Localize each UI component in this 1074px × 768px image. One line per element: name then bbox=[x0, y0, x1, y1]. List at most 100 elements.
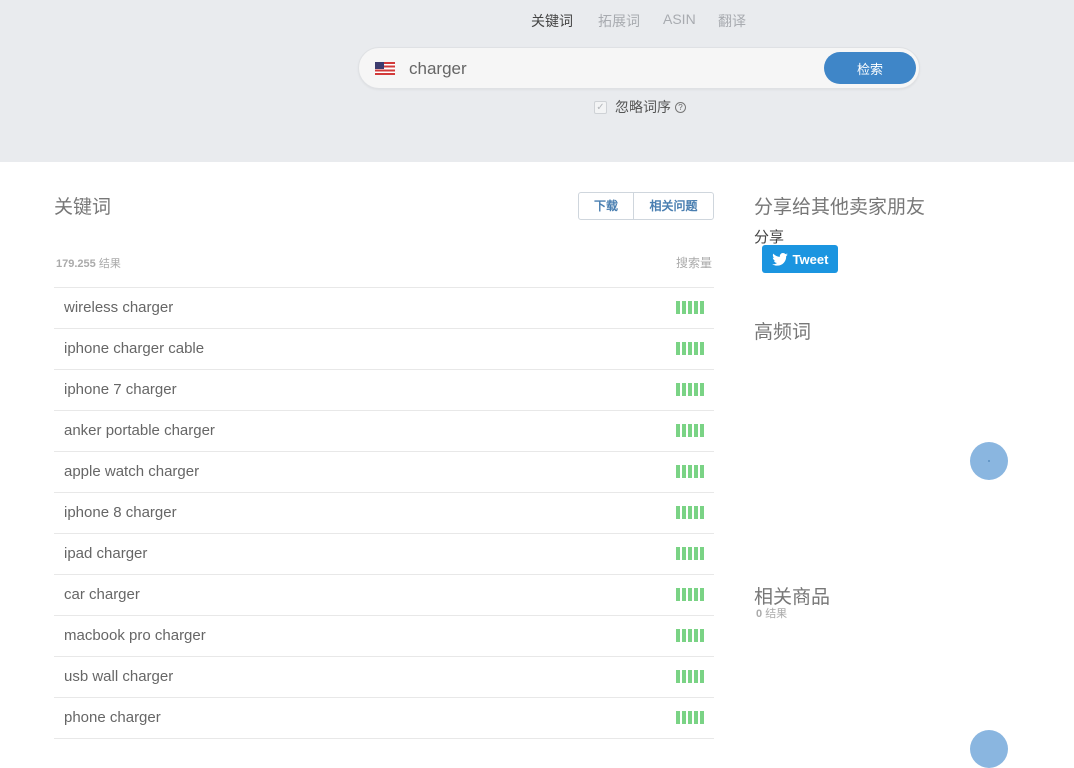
volume-bar bbox=[688, 711, 692, 724]
volume-bar bbox=[688, 301, 692, 314]
result-count: 179.255 结果 bbox=[56, 255, 121, 271]
search-mode-tabs: 关键词 拓展词 ASIN 翻译 bbox=[0, 11, 1074, 31]
ignore-order-checkbox[interactable]: ✓ bbox=[594, 100, 607, 114]
tab-keywords[interactable]: 关键词 bbox=[531, 11, 573, 31]
keyword-text[interactable]: car charger bbox=[64, 586, 140, 603]
volume-bar bbox=[688, 383, 692, 396]
volume-bar bbox=[676, 670, 680, 683]
search-volume-bars bbox=[676, 670, 706, 683]
tab-asin[interactable]: ASIN bbox=[663, 11, 696, 27]
volume-bar bbox=[694, 383, 698, 396]
volume-bar bbox=[700, 670, 704, 683]
search-volume-bars bbox=[676, 383, 706, 396]
volume-bar bbox=[694, 629, 698, 642]
help-icon[interactable]: ? bbox=[675, 101, 686, 113]
twitter-bird-icon bbox=[771, 252, 788, 266]
loading-spinner-icon bbox=[970, 730, 1008, 768]
volume-bar bbox=[682, 301, 686, 314]
tab-expand-words[interactable]: 拓展词 bbox=[598, 11, 640, 31]
keyword-row[interactable]: iphone 8 charger bbox=[54, 493, 714, 534]
volume-bar bbox=[676, 383, 680, 396]
volume-bar bbox=[676, 547, 680, 560]
keyword-text[interactable]: iphone charger cable bbox=[64, 340, 204, 357]
search-button[interactable]: 检索 bbox=[824, 52, 916, 84]
keyword-text[interactable]: anker portable charger bbox=[64, 422, 215, 439]
volume-bar bbox=[676, 301, 680, 314]
keyword-row[interactable]: car charger bbox=[54, 575, 714, 616]
volume-bar bbox=[700, 588, 704, 601]
keyword-row[interactable]: anker portable charger bbox=[54, 411, 714, 452]
result-count-number: 179.255 bbox=[56, 258, 96, 270]
volume-bar bbox=[700, 629, 704, 642]
volume-bar bbox=[700, 342, 704, 355]
download-button[interactable]: 下载 bbox=[579, 193, 634, 219]
volume-bar bbox=[700, 465, 704, 478]
related-questions-button[interactable]: 相关问题 bbox=[634, 193, 713, 219]
us-flag-icon[interactable] bbox=[375, 62, 395, 75]
keyword-row[interactable]: ipad charger bbox=[54, 534, 714, 575]
search-volume-header: 搜索量 bbox=[676, 256, 713, 270]
keyword-row[interactable]: phone charger bbox=[54, 698, 714, 739]
tweet-button[interactable]: Tweet bbox=[762, 245, 838, 273]
volume-bar bbox=[688, 342, 692, 355]
tab-translate[interactable]: 翻译 bbox=[718, 11, 746, 31]
volume-bar bbox=[694, 547, 698, 560]
keyword-text[interactable]: macbook pro charger bbox=[64, 627, 206, 644]
search-bar: 检索 bbox=[358, 47, 920, 89]
keyword-row[interactable]: usb wall charger bbox=[54, 657, 714, 698]
volume-bar bbox=[700, 301, 704, 314]
volume-bar bbox=[676, 711, 680, 724]
result-count-suffix: 结果 bbox=[98, 258, 121, 270]
search-volume-bars bbox=[676, 342, 706, 355]
search-input[interactable] bbox=[409, 57, 809, 81]
products-count-suffix: 结果 bbox=[765, 608, 788, 620]
volume-bar bbox=[694, 588, 698, 601]
keyword-row[interactable]: macbook pro charger bbox=[54, 616, 714, 657]
volume-bar bbox=[682, 342, 686, 355]
volume-bar bbox=[682, 588, 686, 601]
volume-bar bbox=[700, 711, 704, 724]
search-hero: 关键词 拓展词 ASIN 翻译 检索 ✓ 忽略词序 ? bbox=[0, 0, 1074, 162]
keyword-text[interactable]: phone charger bbox=[64, 709, 161, 726]
frequent-words-title: 高频词 bbox=[754, 321, 812, 343]
keyword-text[interactable]: wireless charger bbox=[64, 299, 173, 316]
keyword-text[interactable]: iphone 7 charger bbox=[64, 381, 177, 398]
search-volume-bars bbox=[676, 301, 706, 314]
ignore-order-label: 忽略词序 bbox=[615, 99, 671, 115]
search-volume-bars bbox=[676, 588, 706, 601]
volume-bar bbox=[676, 465, 680, 478]
keyword-row[interactable]: wireless charger bbox=[54, 288, 714, 329]
products-count-number: 0 bbox=[756, 608, 763, 620]
keyword-row[interactable]: iphone charger cable bbox=[54, 329, 714, 370]
keyword-text[interactable]: usb wall charger bbox=[64, 668, 173, 685]
volume-bar bbox=[688, 506, 692, 519]
volume-bar bbox=[694, 465, 698, 478]
volume-bar bbox=[682, 424, 686, 437]
volume-bar bbox=[682, 506, 686, 519]
volume-bar bbox=[682, 383, 686, 396]
volume-bar bbox=[688, 670, 692, 683]
volume-bar bbox=[700, 424, 704, 437]
volume-bar bbox=[694, 711, 698, 724]
volume-bar bbox=[700, 383, 704, 396]
keyword-row[interactable]: apple watch charger bbox=[54, 452, 714, 493]
volume-bar bbox=[688, 629, 692, 642]
share-title: 分享给其他卖家朋友 bbox=[754, 196, 926, 218]
keyword-row[interactable]: iphone 7 charger bbox=[54, 370, 714, 411]
keyword-text[interactable]: apple watch charger bbox=[64, 463, 199, 480]
volume-bar bbox=[682, 465, 686, 478]
keywords-actions: 下载 相关问题 bbox=[578, 192, 714, 220]
tweet-label: Tweet bbox=[792, 251, 829, 267]
search-volume-bars bbox=[676, 547, 706, 560]
volume-bar bbox=[682, 629, 686, 642]
keyword-text[interactable]: iphone 8 charger bbox=[64, 504, 177, 521]
volume-bar bbox=[688, 547, 692, 560]
loading-spinner-icon bbox=[970, 442, 1008, 480]
volume-bar bbox=[688, 465, 692, 478]
keyword-text[interactable]: ipad charger bbox=[64, 545, 147, 562]
search-volume-bars bbox=[676, 424, 706, 437]
volume-bar bbox=[682, 670, 686, 683]
search-volume-bars bbox=[676, 465, 706, 478]
volume-bar bbox=[676, 588, 680, 601]
volume-bar bbox=[694, 424, 698, 437]
